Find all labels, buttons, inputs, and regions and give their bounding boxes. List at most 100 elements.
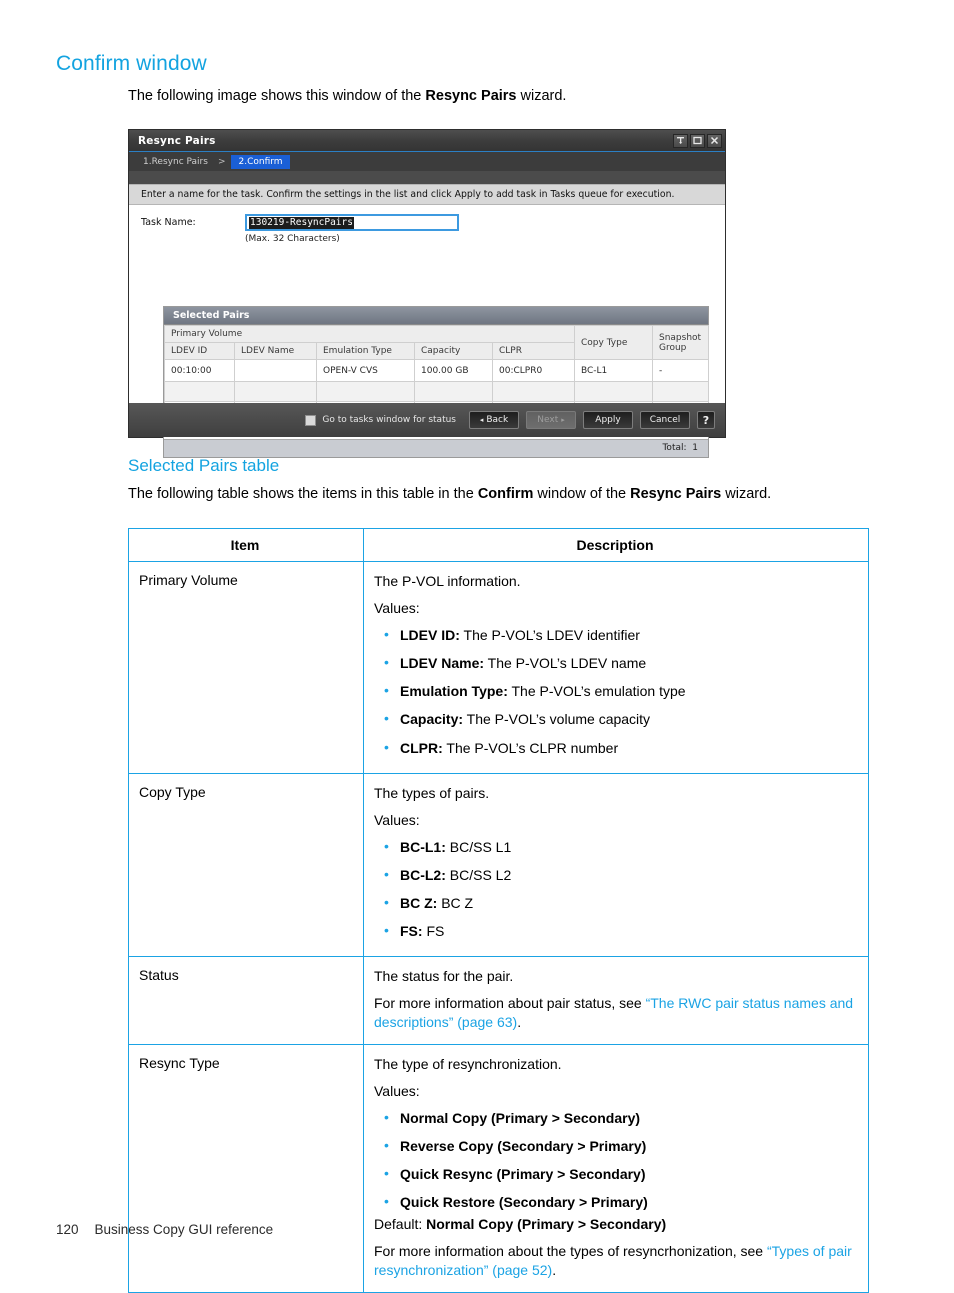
column-header-emulation-type[interactable]: Emulation Type — [316, 342, 415, 360]
value-term: FS: — [400, 923, 423, 940]
cell-emulation-type: OPEN-V CVS — [316, 359, 415, 382]
table-row[interactable]: 00:10:00 OPEN-V CVS 100.00 GB 00:CLPR0 B… — [164, 359, 709, 382]
desc-line: The type of resynchronization. — [374, 1055, 562, 1072]
desc-link-sentence: For more information about pair status, … — [374, 994, 856, 1032]
instruction-bar: Enter a name for the task. Confirm the s… — [129, 184, 725, 205]
section-title-selected-pairs-table: Selected Pairs table — [128, 456, 280, 475]
apply-button-label: Apply — [595, 415, 621, 425]
cell-snapshot-group: - — [652, 359, 709, 382]
cell-clpr: 00:CLPR0 — [492, 359, 575, 382]
value-text: FS — [422, 923, 445, 940]
table-row-empty — [164, 381, 709, 402]
sub-para-bold-confirm: Confirm — [477, 486, 534, 502]
intro-paragraph: The following image shows this window of… — [128, 88, 566, 104]
values-list: Normal Copy (Primary > Secondary) Revers… — [374, 1108, 856, 1212]
value-term: BC Z: — [400, 894, 438, 911]
column-header-capacity[interactable]: Capacity — [414, 342, 493, 360]
apply-button[interactable]: Apply — [583, 411, 633, 429]
empty-cell — [234, 381, 317, 402]
back-button[interactable]: ◂ Back — [469, 411, 519, 429]
empty-cell — [574, 381, 653, 402]
column-header-ldev-name[interactable]: LDEV Name — [234, 342, 317, 360]
breadcrumb-step-resync-pairs[interactable]: 1.Resync Pairs — [139, 155, 212, 169]
values-list: LDEV ID: The P-VOL’s LDEV identifier LDE… — [374, 625, 856, 757]
dialog-footer: Go to tasks window for status ◂ Back Nex… — [129, 403, 725, 437]
value-term: LDEV Name: — [400, 654, 485, 671]
value-text: The P-VOL’s LDEV identifier — [459, 626, 640, 643]
item-resync-type: Resync Type — [128, 1043, 364, 1293]
breadcrumb-separator: > — [217, 156, 226, 167]
page-title: Confirm window — [56, 52, 207, 75]
link-suffix: . — [552, 1262, 557, 1279]
help-button[interactable]: ? — [697, 411, 715, 429]
column-header-ldev-id[interactable]: LDEV ID — [164, 342, 235, 360]
total-row: Total: 1 — [164, 439, 708, 457]
close-icon[interactable] — [707, 133, 722, 148]
page-footer: 120 Business Copy GUI reference — [56, 1222, 273, 1237]
list-item: Reverse Copy (Secondary > Primary) — [384, 1136, 856, 1155]
value-text: BC/SS L2 — [445, 866, 512, 883]
default-value-line: Default: Normal Copy (Primary > Secondar… — [374, 1215, 856, 1234]
list-item: CLPR: The P-VOL’s CLPR number — [384, 738, 856, 757]
reference-table-header-row: Item Description — [128, 528, 869, 562]
next-button: Next ▸ — [526, 411, 576, 429]
desc-link-sentence: For more information about the types of … — [374, 1242, 856, 1280]
default-value: Normal Copy (Primary > Secondary) — [426, 1216, 667, 1233]
go-to-tasks-checkbox[interactable] — [305, 414, 317, 426]
task-name-label: Task Name: — [141, 217, 196, 228]
link-prefix: For more information about pair status, … — [374, 995, 646, 1012]
header-description: Description — [363, 528, 869, 562]
cell-capacity: 100.00 GB — [414, 359, 493, 382]
desc-line: Values: — [374, 811, 420, 828]
table-row: Primary Volume The P-VOL information. Va… — [128, 561, 869, 774]
next-button-label: Next — [537, 415, 559, 425]
value-text: The P-VOL’s emulation type — [507, 683, 686, 700]
desc-line: Values: — [374, 1082, 420, 1099]
breadcrumb-step-confirm[interactable]: 2.Confirm — [231, 154, 290, 169]
cancel-button[interactable]: Cancel — [640, 411, 690, 429]
sub-para-part2: window of the — [533, 486, 631, 502]
dialog-title: Resync Pairs — [138, 134, 216, 147]
intro-suffix: wizard. — [516, 88, 567, 104]
task-name-row: Task Name: 130219-ResyncPairs — [129, 205, 725, 231]
table-row: Status The status for the pair. For more… — [128, 956, 869, 1045]
desc-line: Values: — [374, 599, 420, 616]
cell-ldev-name — [234, 359, 317, 382]
value-term: Quick Resync (Primary > Secondary) — [400, 1166, 646, 1183]
value-term: BC-L1: — [400, 838, 446, 855]
pin-icon[interactable] — [673, 133, 688, 148]
group-header-primary-volume: Primary Volume — [164, 325, 575, 343]
header-item: Item — [128, 528, 364, 562]
column-header-snapshot-group[interactable]: Snapshot Group — [652, 325, 709, 360]
sub-para-part1: The following table shows the items in t… — [128, 486, 478, 502]
column-header-clpr[interactable]: CLPR — [492, 342, 575, 360]
resync-pairs-dialog: Resync Pairs 1.Resync Pairs > 2.Confirm … — [128, 129, 726, 458]
dialog-body: Enter a name for the task. Confirm the s… — [129, 184, 725, 458]
page-number: 120 — [56, 1222, 79, 1237]
list-item: FS: FS — [384, 921, 856, 940]
value-text: The P-VOL’s volume capacity — [463, 711, 651, 728]
wizard-breadcrumb: 1.Resync Pairs > 2.Confirm — [129, 152, 725, 171]
link-suffix: . — [517, 1014, 522, 1031]
maximize-icon[interactable] — [690, 133, 705, 148]
list-item: LDEV ID: The P-VOL’s LDEV identifier — [384, 625, 856, 644]
value-term: CLPR: — [400, 739, 443, 756]
description-resync-type: The type of resynchronization. Values: N… — [363, 1043, 869, 1293]
link-prefix: For more information about the types of … — [374, 1243, 767, 1260]
intro-bold: Resync Pairs — [425, 88, 517, 104]
go-to-tasks-checkbox-group[interactable]: Go to tasks window for status — [305, 414, 462, 426]
list-item: Quick Resync (Primary > Secondary) — [384, 1164, 856, 1183]
task-name-input[interactable]: 130219-ResyncPairs — [245, 214, 459, 231]
table-row: Resync Type The type of resynchronizatio… — [128, 1043, 869, 1293]
item-copy-type: Copy Type — [128, 772, 364, 958]
sub-para-part3: wizard. — [721, 486, 772, 502]
sub-para-bold-resync-pairs: Resync Pairs — [630, 486, 722, 502]
value-text: BC/SS L1 — [445, 838, 512, 855]
back-button-label: Back — [486, 415, 509, 425]
cancel-button-label: Cancel — [649, 415, 681, 425]
column-header-copy-type[interactable]: Copy Type — [574, 325, 653, 360]
footer-title: Business Copy GUI reference — [94, 1222, 274, 1237]
desc-line: The P-VOL information. — [374, 573, 521, 589]
item-status: Status — [128, 956, 364, 1045]
cell-ldev-id: 00:10:00 — [164, 359, 235, 382]
